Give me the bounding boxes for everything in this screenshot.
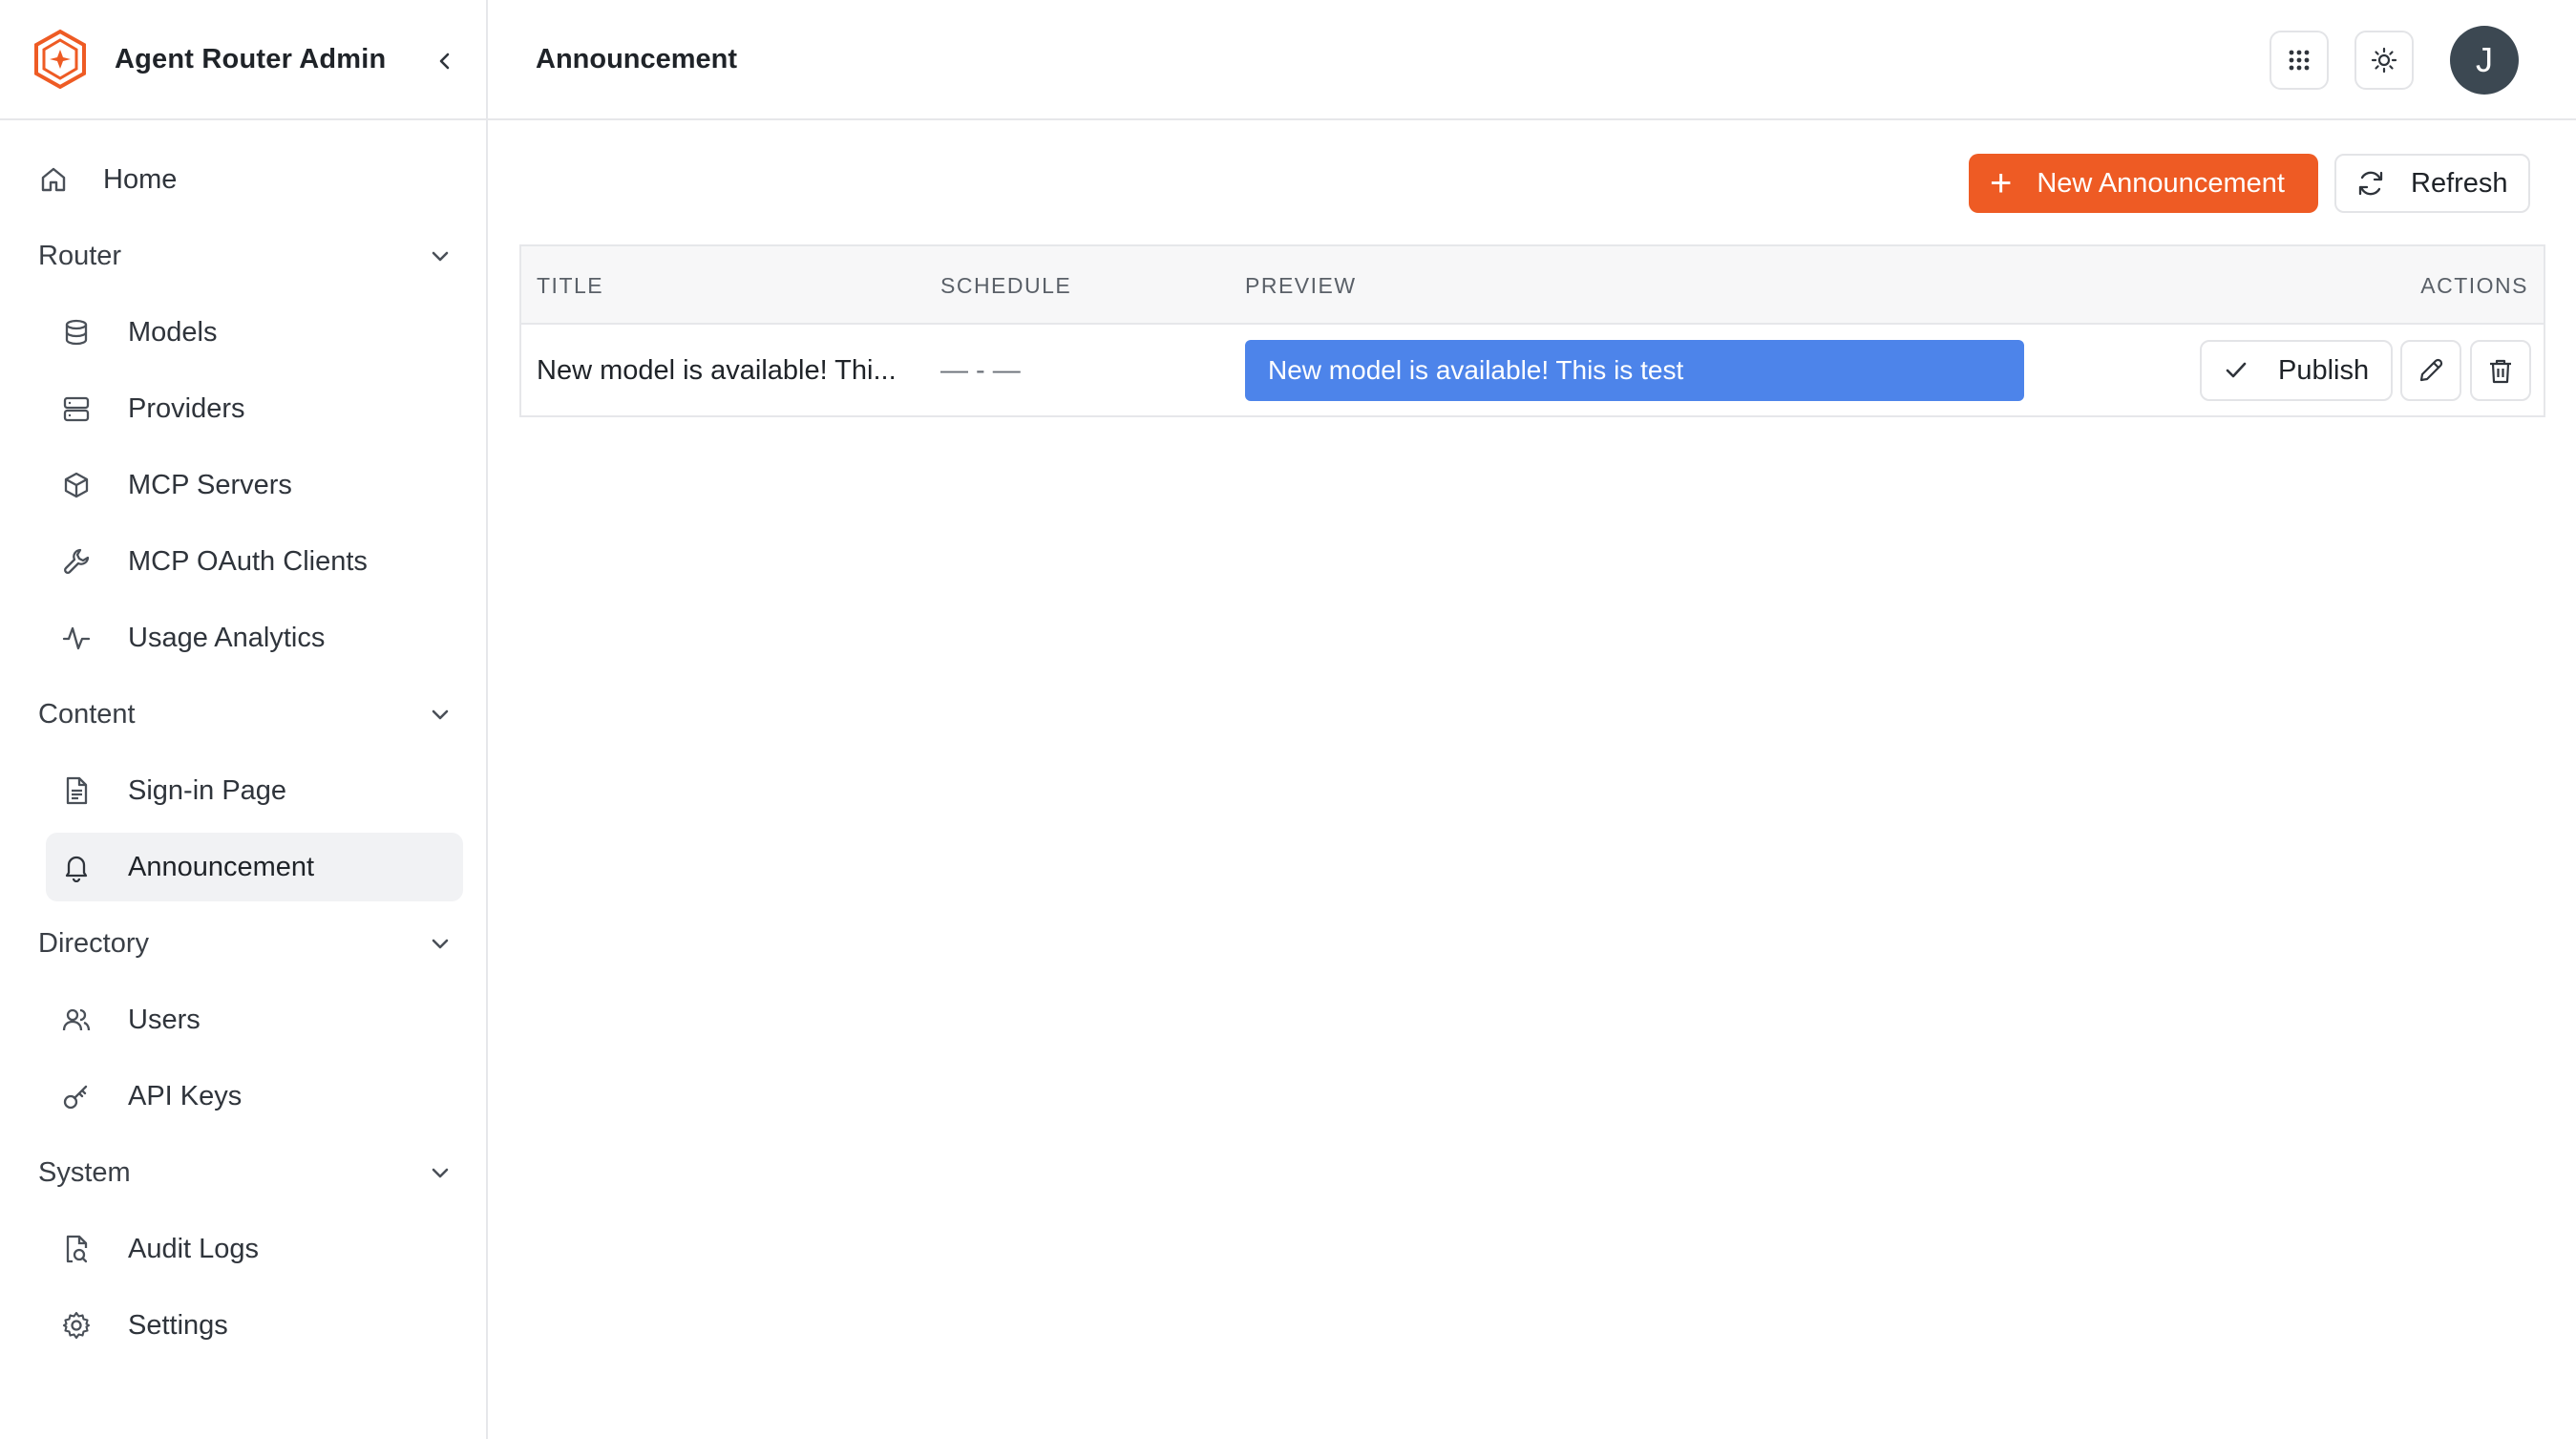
apps-menu-button[interactable]: [2270, 31, 2329, 90]
check-icon: [2223, 357, 2249, 384]
sidebar-item-home[interactable]: Home: [25, 145, 463, 214]
sidebar-item-label: Usage Analytics: [128, 622, 326, 653]
box-icon: [59, 468, 94, 502]
announcement-preview: New model is available! This is test: [1245, 340, 2024, 401]
refresh-icon: [2355, 168, 2386, 199]
sidebar-group-label: Router: [38, 240, 122, 271]
publish-button[interactable]: Publish: [2200, 340, 2393, 401]
file-search-icon: [59, 1232, 94, 1266]
sidebar-item-label: Providers: [128, 392, 245, 424]
announcements-table: TITLE SCHEDULE PREVIEW ACTIONS New model…: [519, 244, 2545, 417]
sidebar-group-content[interactable]: Content: [25, 680, 463, 749]
sidebar-item-label: Models: [128, 316, 218, 348]
database-icon: [59, 315, 94, 349]
key-icon: [59, 1079, 94, 1113]
collapse-sidebar-button[interactable]: [426, 42, 464, 80]
publish-label: Publish: [2278, 354, 2370, 386]
new-announcement-button[interactable]: + New Announcement: [1969, 154, 2318, 213]
sidebar-item-sign-in-page[interactable]: Sign-in Page: [46, 756, 463, 825]
sidebar-item-label: Home: [103, 163, 178, 195]
column-header-title: TITLE: [537, 272, 604, 298]
trash-icon: [2490, 359, 2511, 384]
sidebar-item-label: Sign-in Page: [128, 774, 287, 806]
avatar-initial: J: [2476, 40, 2493, 79]
table-row: New model is available! Thi... — - — New…: [521, 325, 2544, 417]
sidebar-item-label: Settings: [128, 1309, 228, 1341]
sidebar-group-label: Directory: [38, 927, 150, 959]
refresh-label: Refresh: [2411, 167, 2508, 199]
sidebar-group-router[interactable]: Router: [25, 222, 463, 290]
app-title: Agent Router Admin: [115, 43, 387, 74]
users-icon: [59, 1003, 94, 1037]
sidebar-item-settings[interactable]: Settings: [46, 1291, 463, 1360]
table-header: TITLE SCHEDULE PREVIEW ACTIONS: [521, 246, 2544, 325]
sidebar-group-label: System: [38, 1156, 131, 1188]
sidebar-item-announcement[interactable]: Announcement: [46, 833, 463, 901]
activity-icon: [59, 621, 94, 655]
sidebar-item-providers[interactable]: Providers: [46, 374, 463, 443]
sun-icon: [2371, 47, 2397, 74]
top-header: Announcement: [488, 0, 2576, 120]
sidebar-group-directory[interactable]: Directory: [25, 909, 463, 978]
sidebar-item-label: Audit Logs: [128, 1233, 260, 1264]
cell-schedule: — - —: [940, 355, 1021, 386]
delete-button[interactable]: [2470, 340, 2531, 401]
edit-button[interactable]: [2400, 340, 2461, 401]
sidebar-group-label: Content: [38, 698, 136, 730]
sidebar-item-api-keys[interactable]: API Keys: [46, 1062, 463, 1131]
page-title: Announcement: [536, 43, 738, 74]
chevron-down-icon: [432, 251, 449, 262]
sidebar-item-label: Announcement: [128, 851, 315, 882]
sidebar-group-system[interactable]: System: [25, 1138, 463, 1207]
file-text-icon: [59, 773, 94, 808]
chevron-down-icon: [432, 709, 449, 720]
pencil-icon: [2419, 358, 2443, 382]
app-logo-icon: [34, 29, 86, 90]
refresh-button[interactable]: Refresh: [2334, 154, 2530, 213]
column-header-preview: PREVIEW: [1245, 272, 1357, 298]
bell-icon: [59, 850, 94, 884]
sidebar-item-mcp-servers[interactable]: MCP Servers: [46, 451, 463, 519]
chevron-down-icon: [432, 939, 449, 949]
sidebar-item-label: Users: [128, 1004, 201, 1035]
plus-icon: +: [1990, 162, 2013, 204]
sidebar-item-label: MCP OAuth Clients: [128, 545, 368, 577]
sidebar-item-usage-analytics[interactable]: Usage Analytics: [46, 603, 463, 672]
sidebar-item-label: MCP Servers: [128, 469, 292, 500]
user-avatar[interactable]: J: [2450, 26, 2519, 95]
column-header-actions: ACTIONS: [2420, 272, 2528, 298]
cell-title: New model is available! Thi...: [537, 355, 897, 386]
theme-toggle-button[interactable]: [2354, 31, 2414, 90]
sidebar-item-label: API Keys: [128, 1080, 243, 1111]
home-icon: [36, 162, 71, 197]
column-header-schedule: SCHEDULE: [940, 272, 1072, 298]
sidebar-item-users[interactable]: Users: [46, 985, 463, 1054]
sidebar-item-audit-logs[interactable]: Audit Logs: [46, 1215, 463, 1283]
sidebar-item-models[interactable]: Models: [46, 298, 463, 367]
chevron-left-icon: [439, 53, 450, 70]
brand: Agent Router Admin: [0, 0, 486, 120]
sidebar: Agent Router Admin Home Router Models Pr…: [0, 0, 488, 1439]
grid-icon: [2289, 50, 2310, 71]
wrench-icon: [59, 544, 94, 579]
gear-icon: [59, 1308, 94, 1343]
sidebar-item-mcp-oauth-clients[interactable]: MCP OAuth Clients: [46, 527, 463, 596]
new-announcement-label: New Announcement: [2037, 167, 2285, 199]
chevron-down-icon: [432, 1168, 449, 1178]
app-root: Agent Router Admin Home Router Models Pr…: [0, 0, 2576, 1439]
sidebar-nav: Home Router Models Providers MCP Servers…: [0, 120, 486, 1360]
server-icon: [59, 391, 94, 426]
